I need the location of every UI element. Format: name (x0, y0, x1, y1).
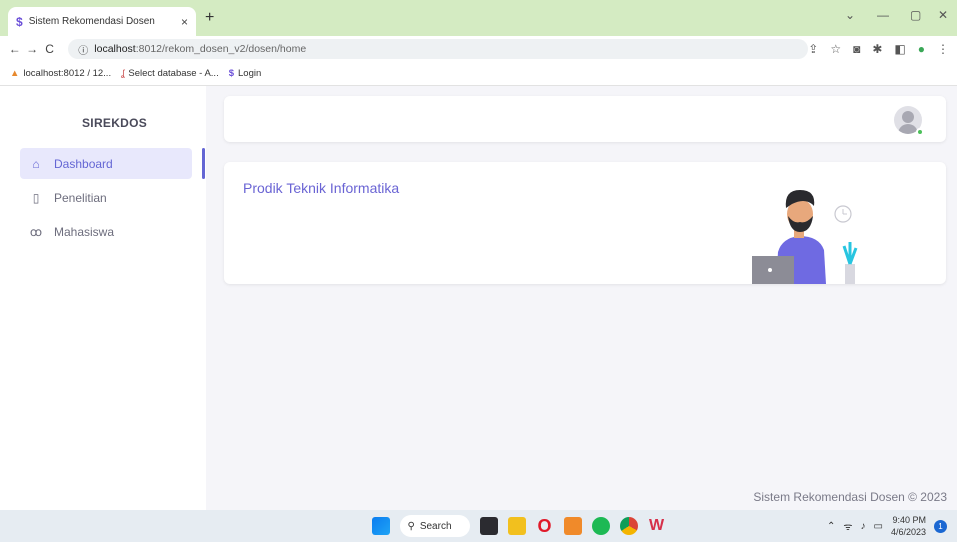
taskbar-search[interactable]: ⚲ Search (399, 515, 470, 537)
sidebar-item-label: Mahasiswa (54, 224, 115, 239)
browser-tab[interactable]: $ Sistem Rekomendasi Dosen × (8, 7, 196, 36)
windows-taskbar: ⚲ Search O W ⌃ ᯤ ♪ ▭ 9:40 PM 4/6/2023 1 (0, 510, 957, 542)
windows-start-icon[interactable] (371, 517, 390, 535)
developer-illustration (752, 190, 858, 284)
sidebar-item-label: Penelitian (54, 190, 107, 205)
url-path: :8012/rekom_dosen_v2/dosen/home (135, 43, 307, 55)
welcome-card: Prodik Teknik Informatika (224, 162, 946, 284)
notification-badge[interactable]: 1 (934, 519, 947, 533)
chevron-up-icon[interactable]: ⌃ (827, 521, 835, 532)
battery-icon[interactable]: ▭ (874, 521, 883, 532)
online-status-dot (916, 128, 924, 136)
extensions-icon[interactable]: ✱ (872, 42, 882, 56)
wps-office-icon[interactable]: W (648, 517, 666, 535)
bookmark-item[interactable]: ▲ localhost:8012 / 12... (10, 68, 111, 79)
bookmark-item[interactable]: ʆ Select database - A... (121, 68, 219, 79)
home-icon: ⌂ (32, 156, 40, 171)
bookmark-label: Select database - A... (128, 68, 219, 79)
taskbar-clock[interactable]: 9:40 PM 4/6/2023 (891, 514, 926, 538)
sidebar-item-mahasiswa[interactable]: ꝏ Mahasiswa (20, 216, 192, 247)
profile-icon[interactable]: ● (918, 42, 925, 56)
clock-date: 4/6/2023 (890, 527, 926, 537)
bookmarks-bar: ▲ localhost:8012 / 12... ʆ Select databa… (0, 62, 957, 86)
search-label: Search (419, 520, 452, 532)
task-view-icon[interactable] (479, 517, 498, 535)
users-icon: ꝏ (29, 224, 43, 239)
file-explorer-icon[interactable] (507, 517, 526, 535)
search-icon: ⚲ (407, 520, 415, 532)
share-icon[interactable]: ⇪ (808, 42, 818, 56)
phpmyadmin-icon: ▲ (10, 68, 20, 79)
spotify-icon[interactable] (591, 517, 610, 535)
tab-title: Sistem Rekomendasi Dosen (28, 16, 155, 27)
minimize-icon[interactable]: — (877, 8, 889, 22)
tab-search-icon[interactable]: ⌄ (845, 8, 855, 22)
new-tab-button[interactable]: + (205, 9, 214, 27)
camera-extension-icon[interactable]: ◙ (853, 42, 860, 56)
tab-close-icon[interactable]: × (181, 15, 188, 29)
sidebar-item-label: Dashboard (54, 156, 113, 171)
sidebar-item-penelitian[interactable]: ▯ Penelitian (20, 182, 192, 213)
back-icon[interactable]: ← (8, 42, 21, 56)
url-host: localhost (94, 43, 136, 55)
site-favicon-icon: $ (228, 68, 235, 79)
window-close-icon[interactable]: ✕ (938, 8, 948, 22)
opera-icon[interactable]: O (536, 517, 554, 535)
bookmark-star-icon[interactable]: ☆ (830, 42, 841, 56)
main-content: Prodik Teknik Informatika Sistem Rekomen… (206, 86, 957, 510)
sidebar-item-dashboard[interactable]: ⌂ Dashboard (20, 148, 192, 179)
reload-icon[interactable]: C (43, 42, 56, 56)
bookmark-label: Login (238, 68, 262, 79)
footer-text: Sistem Rekomendasi Dosen © 2023 (753, 490, 947, 504)
restore-icon[interactable]: ▢ (910, 8, 921, 22)
file-icon: ▯ (32, 190, 40, 205)
welcome-title: Prodik Teknik Informatika (243, 180, 400, 196)
address-toolbar: ← → C ⓘ localhost:8012/rekom_dosen_v2/do… (0, 36, 957, 62)
browser-tab-strip: $ Sistem Rekomendasi Dosen × + ⌄ — ▢ ✕ (0, 0, 957, 36)
clock-time: 9:40 PM (892, 515, 926, 525)
site-favicon-icon: $ (16, 14, 23, 29)
bookmark-label: localhost:8012 / 12... (23, 68, 112, 79)
chrome-icon[interactable] (619, 517, 638, 535)
sidebar: SIREKDOS ⌂ Dashboard ▯ Penelitian ꝏ Maha… (0, 86, 206, 510)
top-navbar (224, 96, 946, 142)
browser-menu-icon[interactable]: ⋮ (937, 42, 949, 56)
xampp-icon[interactable] (563, 517, 582, 535)
system-tray: ⌃ ᯤ ♪ ▭ 9:40 PM 4/6/2023 1 (827, 514, 947, 538)
database-icon: ʆ (121, 68, 125, 79)
site-info-icon[interactable]: ⓘ (78, 42, 88, 57)
app-brand[interactable]: SIREKDOS (82, 116, 147, 130)
forward-icon[interactable]: → (25, 42, 38, 56)
address-field[interactable]: ⓘ localhost:8012/rekom_dosen_v2/dosen/ho… (68, 39, 809, 59)
active-indicator (202, 148, 205, 179)
volume-icon[interactable]: ♪ (861, 521, 866, 532)
wifi-icon[interactable]: ᯤ (843, 519, 852, 533)
bookmark-item[interactable]: $ Login (229, 68, 262, 79)
side-panel-icon[interactable]: ◧ (894, 42, 905, 56)
